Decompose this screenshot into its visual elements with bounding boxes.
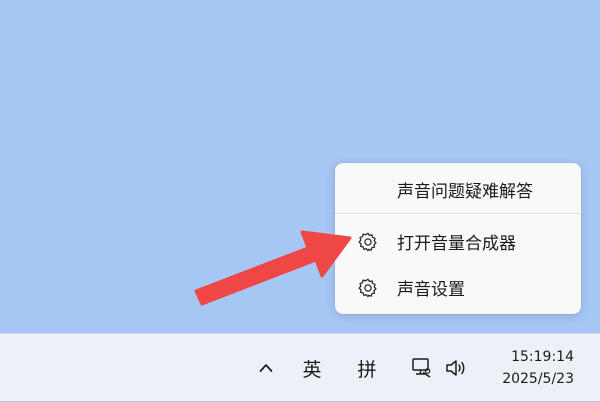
menu-item-label: 声音设置 [397, 279, 465, 300]
gear-icon [358, 278, 377, 298]
show-hidden-icons-button[interactable] [254, 334, 278, 402]
speaker-icon [446, 360, 465, 376]
ime-pinyin-button[interactable]: 拼 [350, 334, 384, 402]
volume-context-menu: 声音问题疑难解答 打开音量合成器 声音设置 [335, 163, 581, 314]
clock-time: 15:19:14 [511, 349, 574, 365]
ime-mode-button[interactable]: 英 [296, 334, 328, 402]
network-status-button[interactable] [408, 334, 434, 402]
volume-button[interactable] [442, 334, 470, 402]
gear-icon [358, 232, 377, 252]
clock-button[interactable]: 15:19:14 2025/5/23 [488, 334, 588, 402]
chevron-up-icon [259, 364, 273, 372]
menu-item-label: 打开音量合成器 [397, 233, 516, 254]
menu-item-sound-settings[interactable]: 声音设置 [339, 268, 577, 306]
menu-item-label: 声音问题疑难解答 [397, 181, 533, 202]
menu-separator [335, 213, 581, 214]
taskbar: 英 拼 15:19:14 2025/5/23 [0, 333, 600, 401]
clock-date: 2025/5/23 [502, 371, 574, 387]
network-icon [412, 358, 431, 378]
menu-item-open-volume-mixer[interactable]: 打开音量合成器 [339, 222, 577, 260]
menu-item-troubleshoot-sound[interactable]: 声音问题疑难解答 [339, 170, 577, 208]
